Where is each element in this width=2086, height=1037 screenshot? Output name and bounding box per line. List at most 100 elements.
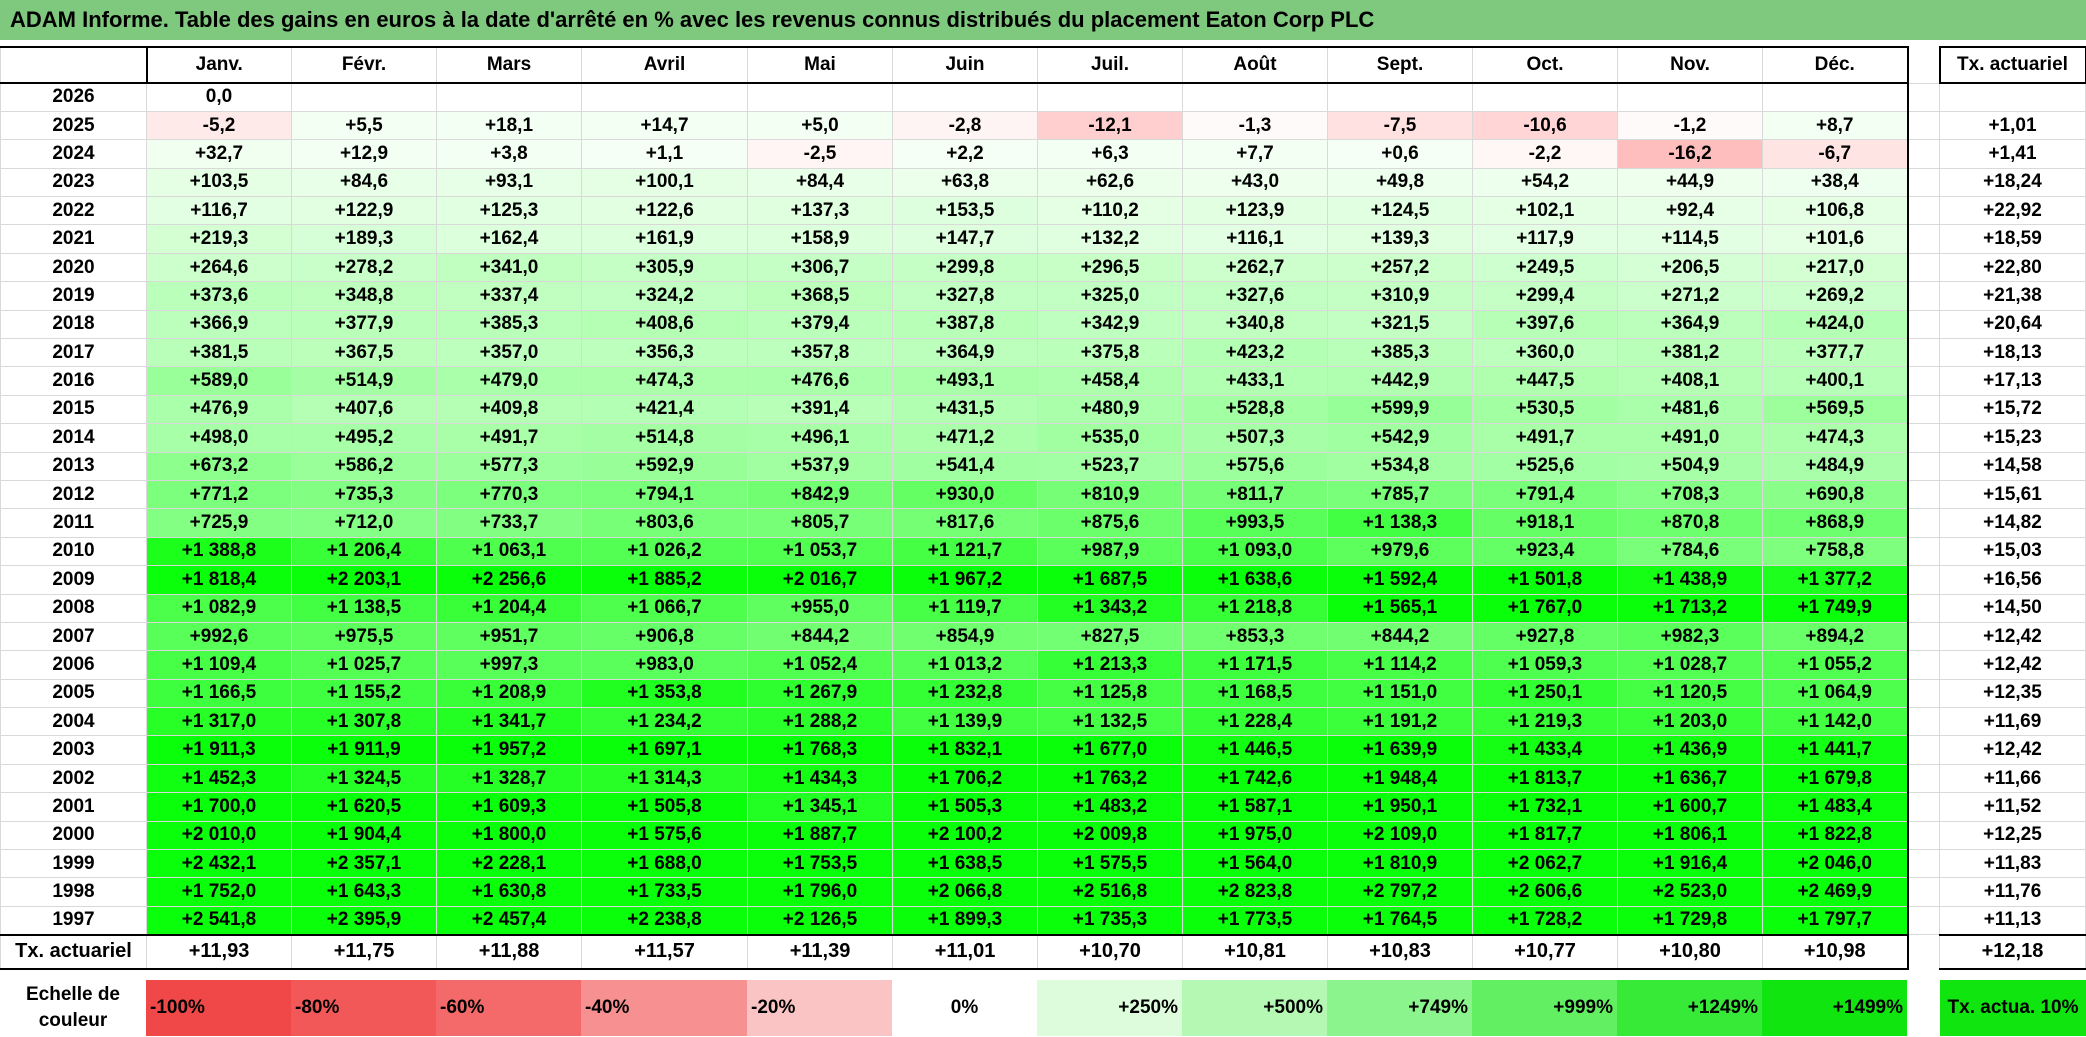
gain-cell [1617, 82, 1763, 112]
gain-cell: +1 575,5 [1037, 849, 1183, 879]
gain-cell: +1 219,3 [1472, 707, 1618, 737]
gain-cell: +84,4 [747, 167, 893, 198]
gap-cell [1907, 650, 1940, 680]
gain-cell: +360,0 [1472, 338, 1618, 368]
gain-cell: +357,0 [436, 338, 582, 368]
gain-cell: +758,8 [1762, 536, 1909, 567]
gain-cell: +530,5 [1472, 394, 1618, 425]
gain-cell: +379,4 [747, 309, 893, 340]
gain-cell: +124,5 [1327, 196, 1473, 226]
footer-row: Tx. actuariel +11,93 +11,75 +11,88 +11,57 +11… [0, 933, 2086, 970]
gain-cell: +8,7 [1762, 110, 1909, 141]
gain-cell: +447,5 [1472, 366, 1618, 396]
footer-tx-cell: +11,93 [146, 933, 292, 970]
tx-actuariel-cell: +1,41 [1939, 139, 2086, 169]
gain-cell: +114,5 [1617, 224, 1763, 254]
gain-cell: +1 121,7 [892, 536, 1038, 567]
gain-cell: +493,1 [892, 366, 1038, 396]
gain-cell: +810,9 [1037, 479, 1183, 510]
year-label: 2023 [0, 167, 147, 198]
gain-cell: +2 126,5 [747, 905, 893, 936]
gain-cell: +1 206,4 [291, 536, 437, 567]
tx-actuariel-cell: +14,58 [1939, 451, 2086, 481]
year-row: 2001 +1 700,0 +1 620,5 +1 609,3 +1 505,8 +1 3… [0, 792, 2086, 822]
tx-actuariel-cell: +11,76 [1939, 877, 2086, 907]
gain-cell: +342,9 [1037, 309, 1183, 340]
gain-cell: +1 114,2 [1327, 650, 1473, 680]
gain-cell: +1 713,2 [1617, 593, 1763, 623]
gain-cell: +1 887,7 [747, 820, 893, 851]
gain-cell: +735,3 [291, 479, 437, 510]
gain-cell: +1 763,2 [1037, 763, 1183, 794]
gain-cell: +106,8 [1762, 196, 1909, 226]
year-row: 2015 +476,9 +407,6 +409,8 +421,4 +391,4 +431,5… [0, 394, 2086, 425]
gain-cell: +528,8 [1182, 394, 1328, 425]
gain-cell: +1 565,1 [1327, 593, 1473, 623]
tx-actuariel-cell: +22,80 [1939, 252, 2086, 283]
gain-cell: +2 395,9 [291, 905, 437, 936]
gain-cell: +1 025,7 [291, 650, 437, 680]
gain-cell: +54,2 [1472, 167, 1618, 198]
gain-cell: +507,3 [1182, 423, 1328, 453]
gain-cell: +1 505,3 [892, 792, 1038, 822]
gap-cell [1907, 366, 1940, 396]
month-header: Avril [581, 46, 748, 84]
gain-cell: +1 899,3 [892, 905, 1038, 936]
gain-cell: +673,2 [146, 451, 292, 481]
year-label: 2016 [0, 366, 147, 396]
gain-cell: +5,5 [291, 110, 437, 141]
gain-cell: +1 064,9 [1762, 678, 1909, 709]
gain-cell: +1 817,7 [1472, 820, 1618, 851]
gap-cell [1907, 536, 1940, 567]
gain-cell: +870,8 [1617, 508, 1763, 538]
month-header: Sept. [1327, 46, 1473, 84]
gain-cell [1327, 82, 1473, 112]
gain-cell: +397,6 [1472, 309, 1618, 340]
gain-cell: +496,1 [747, 423, 893, 453]
year-row: 2018 +366,9 +377,9 +385,3 +408,6 +379,4 +387,8… [0, 309, 2086, 340]
gain-cell: +367,5 [291, 338, 437, 368]
gain-cell: +2 432,1 [146, 849, 292, 879]
gain-cell: +2 357,1 [291, 849, 437, 879]
gain-cell: +1 797,7 [1762, 905, 1909, 936]
month-header: Août [1182, 46, 1328, 84]
gain-cell: +875,6 [1037, 508, 1183, 538]
tx-actuariel-cell: +14,50 [1939, 593, 2086, 623]
gain-cell: +1 904,4 [291, 820, 437, 851]
gain-cell: +110,2 [1037, 196, 1183, 226]
gain-cell: +708,3 [1617, 479, 1763, 510]
gain-cell: +357,8 [747, 338, 893, 368]
year-label: 2022 [0, 196, 147, 226]
gain-cell: +1 592,4 [1327, 565, 1473, 595]
year-row: 2010 +1 388,8 +1 206,4 +1 063,1 +1 026,2 +1 0… [0, 536, 2086, 567]
gain-cell: +894,2 [1762, 621, 1909, 652]
gain-cell: +63,8 [892, 167, 1038, 198]
gain-cell: +1 796,0 [747, 877, 893, 907]
gain-cell: +2 066,8 [892, 877, 1038, 907]
gain-cell: +1 203,0 [1617, 707, 1763, 737]
gain-cell: +1 433,4 [1472, 735, 1618, 765]
tx-actuariel-cell: +12,25 [1939, 820, 2086, 851]
gain-cell: +542,9 [1327, 423, 1473, 453]
gain-cell: +1 204,4 [436, 593, 582, 623]
year-row: 2023 +103,5 +84,6 +93,1 +100,1 +84,4 +63,8 +62,… [0, 167, 2086, 198]
gain-cell: +1 729,8 [1617, 905, 1763, 936]
gain-cell: -10,6 [1472, 110, 1618, 141]
table-body: 2026 0,0 2025 -5,2 +5,5 +18,1 +14,7 +5,0 -2,8 -12… [0, 82, 2086, 970]
gain-cell: +2 109,0 [1327, 820, 1473, 851]
gain-cell: +2 457,4 [436, 905, 582, 936]
tx-actuariel-cell: +12,42 [1939, 650, 2086, 680]
gain-cell: +102,1 [1472, 196, 1618, 226]
gap-cell [1907, 338, 1940, 368]
gap-cell [1907, 423, 1940, 453]
gain-cell: +791,4 [1472, 479, 1618, 510]
gain-cell: +101,6 [1762, 224, 1909, 254]
gain-cell: +1 250,1 [1472, 678, 1618, 709]
gain-cell: +2 823,8 [1182, 877, 1328, 907]
year-label: 2024 [0, 139, 147, 169]
gain-cell: +982,3 [1617, 621, 1763, 652]
gain-cell: 0,0 [146, 82, 292, 112]
gain-cell: +504,9 [1617, 451, 1763, 481]
year-label: 2001 [0, 792, 147, 822]
gain-cell: +2 606,6 [1472, 877, 1618, 907]
